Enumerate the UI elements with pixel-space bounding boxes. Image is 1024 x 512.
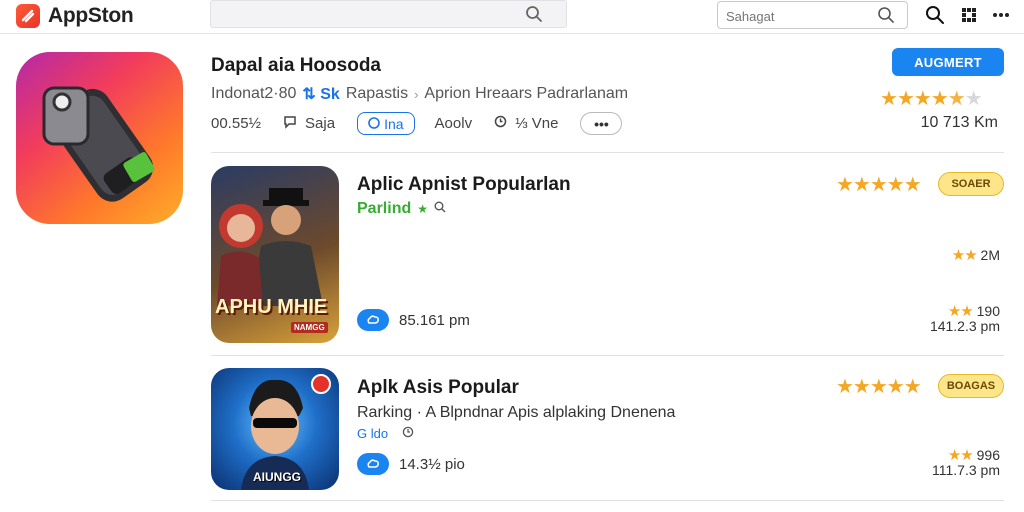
- rating-count-value: 190: [976, 303, 1000, 319]
- star-icon: ★: [896, 88, 915, 110]
- app-thumbnail[interactable]: APHU MHIE NAMGG: [211, 166, 339, 343]
- side-rating-value: 2M: [980, 247, 1000, 263]
- info-pill[interactable]: Ina: [357, 112, 415, 135]
- app-list-title[interactable]: Aplic Apnist Popularlan: [357, 174, 571, 196]
- search-icon[interactable]: [924, 4, 946, 26]
- download-button[interactable]: [357, 453, 389, 475]
- app-stats-row: 00.55½ Saja Ina Aoolv ⅓ Vne •••: [211, 112, 623, 135]
- app-thumbnail[interactable]: AIUNGG: [211, 368, 339, 490]
- info-icon: [368, 116, 380, 132]
- app-size: 10 713 Km: [920, 114, 998, 131]
- brand-name: AppSton: [48, 4, 134, 27]
- grid-icon[interactable]: [958, 4, 980, 26]
- clock-icon: [494, 115, 507, 132]
- app-updated: 141.2.3 pm: [929, 318, 1000, 334]
- rank-badge: BOAGAS: [938, 374, 1004, 398]
- rating-stars: ★★★★★★: [880, 86, 983, 111]
- install-button[interactable]: AUGMERT: [892, 48, 1004, 76]
- app-title: Dapal aia Hoosoda: [211, 55, 381, 76]
- stat-age: Aoolv: [434, 115, 473, 132]
- notification-badge-icon: [311, 374, 331, 394]
- thumbnail-caption: APHU MHIE: [215, 296, 328, 318]
- star-icon: ★★: [951, 247, 978, 264]
- star-icon: ★★★★★: [836, 174, 922, 196]
- top-bar: AppSton: [0, 0, 1024, 34]
- app-updated: 111.7.3 pm: [932, 462, 1000, 478]
- star-empty-icon: ★: [964, 88, 983, 110]
- stat-reviews: Saja: [305, 115, 336, 132]
- thumbnail-caption: AIUNGG: [253, 470, 301, 484]
- search-field[interactable]: [717, 1, 908, 29]
- rating-stars: ★★★★★: [836, 172, 922, 197]
- download-size: 14.3½ pio: [399, 456, 465, 473]
- stat-version: ⅓ Vne: [515, 115, 559, 132]
- search-input[interactable]: [726, 7, 876, 25]
- star-icon: ★: [880, 88, 898, 110]
- rank-badge: SOAER: [938, 172, 1004, 196]
- download-button[interactable]: [357, 309, 389, 331]
- search-icon[interactable]: [877, 6, 895, 29]
- app-category: Parlind: [357, 200, 412, 217]
- thumbnail-subcaption: NAMGG: [291, 322, 328, 333]
- app-icon[interactable]: [16, 52, 183, 224]
- chat-icon: [283, 115, 297, 133]
- app-list-subtitle: Parlind ★: [357, 200, 446, 218]
- side-rating: ★★ 2M: [952, 246, 1000, 264]
- rating-stars: ★★★★★: [836, 374, 922, 399]
- star-icon: ★: [913, 88, 932, 110]
- center-search-bar[interactable]: [210, 0, 567, 28]
- clock-icon: [402, 426, 414, 441]
- brand[interactable]: AppSton: [16, 4, 134, 28]
- developer-label[interactable]: Indonat2·80: [211, 85, 296, 103]
- divider: [211, 152, 1004, 153]
- store-logo-icon: [16, 4, 40, 28]
- more-button[interactable]: •••: [580, 112, 623, 135]
- star-icon: ★: [417, 202, 428, 216]
- info-pill-label: Ina: [384, 115, 404, 132]
- divider: [211, 355, 1004, 356]
- app-list-meta: G ldo: [357, 426, 414, 441]
- stat-percent: 00.55½: [211, 115, 262, 132]
- app-list-subtitle: Rarking · A Blpndnar Apis alplaking Dnen…: [357, 404, 676, 421]
- app-meta-row: Indonat2·80 ⇅ Sk Rapastis › Aprion Hreaa…: [211, 84, 628, 104]
- divider: [211, 500, 1004, 501]
- more-options-icon[interactable]: [990, 4, 1012, 26]
- download-size: 85.161 pm: [399, 312, 470, 329]
- app-tag: G ldo: [357, 426, 389, 441]
- publisher-label[interactable]: Aprion Hreaars Padrarlanam: [424, 85, 628, 103]
- star-icon: ★: [930, 88, 949, 110]
- chevron-right-icon: ›: [414, 86, 419, 102]
- search-icon: [434, 200, 446, 218]
- star-icon: ★★★★★: [836, 376, 922, 398]
- category-badge: ⇅ Sk: [302, 86, 340, 103]
- rating-count-value: 996: [976, 447, 1000, 463]
- app-list-title[interactable]: Aplk Asis Popular: [357, 377, 519, 399]
- category-label[interactable]: Rapastis: [346, 85, 408, 103]
- star-half-icon: ★: [947, 88, 966, 110]
- search-icon[interactable]: [525, 5, 543, 28]
